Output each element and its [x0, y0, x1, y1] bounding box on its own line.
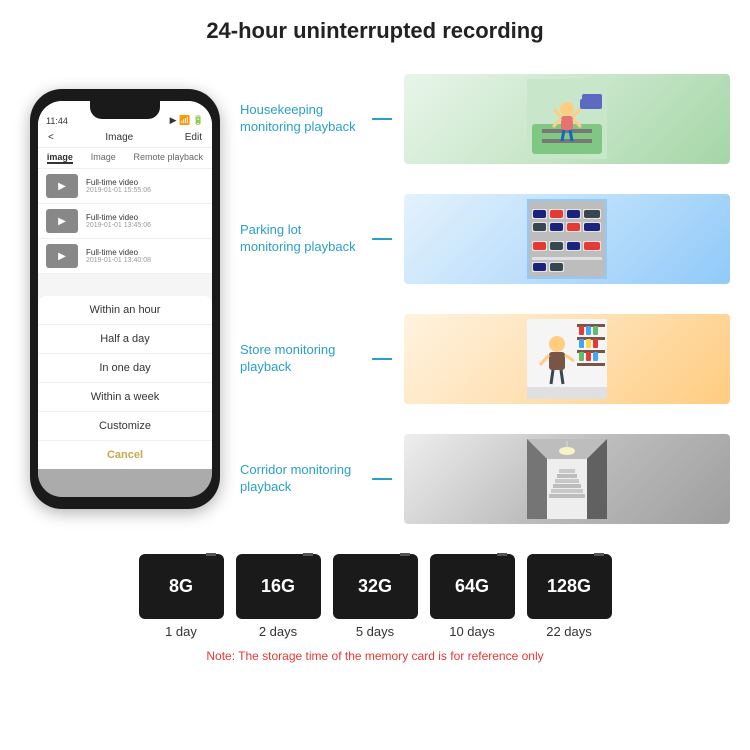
- monitoring-item-4: Corridor monitoring playback: [240, 434, 730, 524]
- main-content: 11:44 ▶ 📶 🔋 < Image Edit image Image Rem…: [0, 54, 750, 544]
- sd-notch-128g: [594, 554, 604, 561]
- phone-dropdown-overlay: Within an hour Half a day In one day Wit…: [38, 317, 212, 497]
- sd-size-32g: 32G: [358, 576, 392, 597]
- sd-card-8g: 8G: [139, 554, 224, 619]
- phone-nav-bar: < Image Edit: [38, 128, 212, 148]
- monitoring-item-2: Parking lot monitoring playback: [240, 194, 730, 284]
- phone-tab-image[interactable]: image: [47, 152, 73, 164]
- phone-edit-button[interactable]: Edit: [185, 132, 202, 143]
- phone-mockup: 11:44 ▶ 📶 🔋 < Image Edit image Image Rem…: [20, 54, 230, 544]
- connector-3: [372, 358, 392, 360]
- dropdown-item-2[interactable]: Half a day: [38, 325, 212, 354]
- monitoring-item-3: Store monitoring playback: [240, 314, 730, 404]
- storage-note: Note: The storage time of the memory car…: [0, 645, 750, 667]
- phone-nav-title: Image: [105, 132, 133, 143]
- sd-notch-16g: [303, 554, 313, 561]
- video-item-2: ▶ Full-time video 2019-01-01 13:45:06: [38, 204, 212, 239]
- sd-card-16g: 16G: [236, 554, 321, 619]
- sd-card-64g: 64G: [430, 554, 515, 619]
- sd-size-128g: 128G: [547, 576, 591, 597]
- sd-notch-8g: [206, 554, 216, 561]
- video-item-1: ▶ Full-time video 2019-01-01 15:55:06: [38, 169, 212, 204]
- video-date-1: 2019-01-01 15:55:06: [86, 187, 151, 194]
- dropdown-item-3[interactable]: In one day: [38, 354, 212, 383]
- corridor-image: [404, 434, 730, 524]
- video-thumb-3: ▶: [46, 244, 78, 268]
- phone-screen: 11:44 ▶ 📶 🔋 < Image Edit image Image Rem…: [38, 101, 212, 497]
- video-info-1: Full-time video 2019-01-01 15:55:06: [86, 178, 151, 194]
- monitoring-img-1: [404, 74, 730, 164]
- sd-item-128g: 128G 22 days: [527, 554, 612, 639]
- sd-item-8g: 8G 1 day: [139, 554, 224, 639]
- monitoring-img-4: [404, 434, 730, 524]
- dropdown-menu: Within an hour Half a day In one day Wit…: [38, 296, 212, 469]
- connector-2: [372, 238, 392, 240]
- store-image: [404, 314, 730, 404]
- video-label-2: Full-time video: [86, 213, 151, 222]
- sd-days-64g: 10 days: [449, 624, 495, 639]
- phone-notch: [90, 101, 160, 119]
- sd-card-128g: 128G: [527, 554, 612, 619]
- monitoring-img-3: [404, 314, 730, 404]
- sd-card-section: 8G 1 day 16G 2 days 32G 5 days 64G 10 da…: [0, 544, 750, 645]
- video-info-3: Full-time video 2019-01-01 13:40:08: [86, 248, 151, 264]
- dropdown-item-5[interactable]: Customize: [38, 412, 212, 441]
- video-label-3: Full-time video: [86, 248, 151, 257]
- dropdown-item-1[interactable]: Within an hour: [38, 296, 212, 325]
- phone-tab-remote[interactable]: Remote playback: [134, 152, 204, 164]
- connector-4: [372, 478, 392, 480]
- sd-notch-64g: [497, 554, 507, 561]
- child-image: [404, 74, 730, 164]
- phone-icons: ▶ 📶 🔋: [170, 115, 204, 126]
- dropdown-cancel-button[interactable]: Cancel: [38, 441, 212, 469]
- sd-size-16g: 16G: [261, 576, 295, 597]
- sd-notch-32g: [400, 554, 410, 561]
- sd-item-64g: 64G 10 days: [430, 554, 515, 639]
- video-date-2: 2019-01-01 13:45:06: [86, 222, 151, 229]
- phone-back-button[interactable]: <: [48, 132, 54, 143]
- video-label-1: Full-time video: [86, 178, 151, 187]
- video-info-2: Full-time video 2019-01-01 13:45:06: [86, 213, 151, 229]
- dropdown-item-4[interactable]: Within a week: [38, 383, 212, 412]
- sd-days-32g: 5 days: [356, 624, 394, 639]
- sd-days-16g: 2 days: [259, 624, 297, 639]
- connector-1: [372, 118, 392, 120]
- video-thumb-2: ▶: [46, 209, 78, 233]
- phone-body: 11:44 ▶ 📶 🔋 < Image Edit image Image Rem…: [30, 89, 220, 509]
- sd-item-16g: 16G 2 days: [236, 554, 321, 639]
- sd-days-8g: 1 day: [165, 624, 197, 639]
- monitoring-item-1: Housekeeping monitoring playback: [240, 74, 730, 164]
- phone-time: 11:44: [46, 116, 68, 126]
- sd-size-8g: 8G: [169, 576, 193, 597]
- sd-item-32g: 32G 5 days: [333, 554, 418, 639]
- video-date-3: 2019-01-01 13:40:08: [86, 257, 151, 264]
- monitoring-label-1: Housekeeping monitoring playback: [240, 102, 360, 136]
- sd-days-128g: 22 days: [546, 624, 592, 639]
- monitoring-label-2: Parking lot monitoring playback: [240, 222, 360, 256]
- phone-tabs: image Image Remote playback: [38, 148, 212, 169]
- monitoring-img-2: [404, 194, 730, 284]
- monitoring-section: Housekeeping monitoring playback: [240, 54, 730, 544]
- phone-tab-image2[interactable]: Image: [91, 152, 116, 164]
- sd-card-32g: 32G: [333, 554, 418, 619]
- video-item-3: ▶ Full-time video 2019-01-01 13:40:08: [38, 239, 212, 274]
- monitoring-label-3: Store monitoring playback: [240, 342, 360, 376]
- monitoring-label-4: Corridor monitoring playback: [240, 462, 360, 496]
- video-thumb-1: ▶: [46, 174, 78, 198]
- page-title: 24-hour uninterrupted recording: [0, 0, 750, 54]
- parking-image: [404, 194, 730, 284]
- sd-size-64g: 64G: [455, 576, 489, 597]
